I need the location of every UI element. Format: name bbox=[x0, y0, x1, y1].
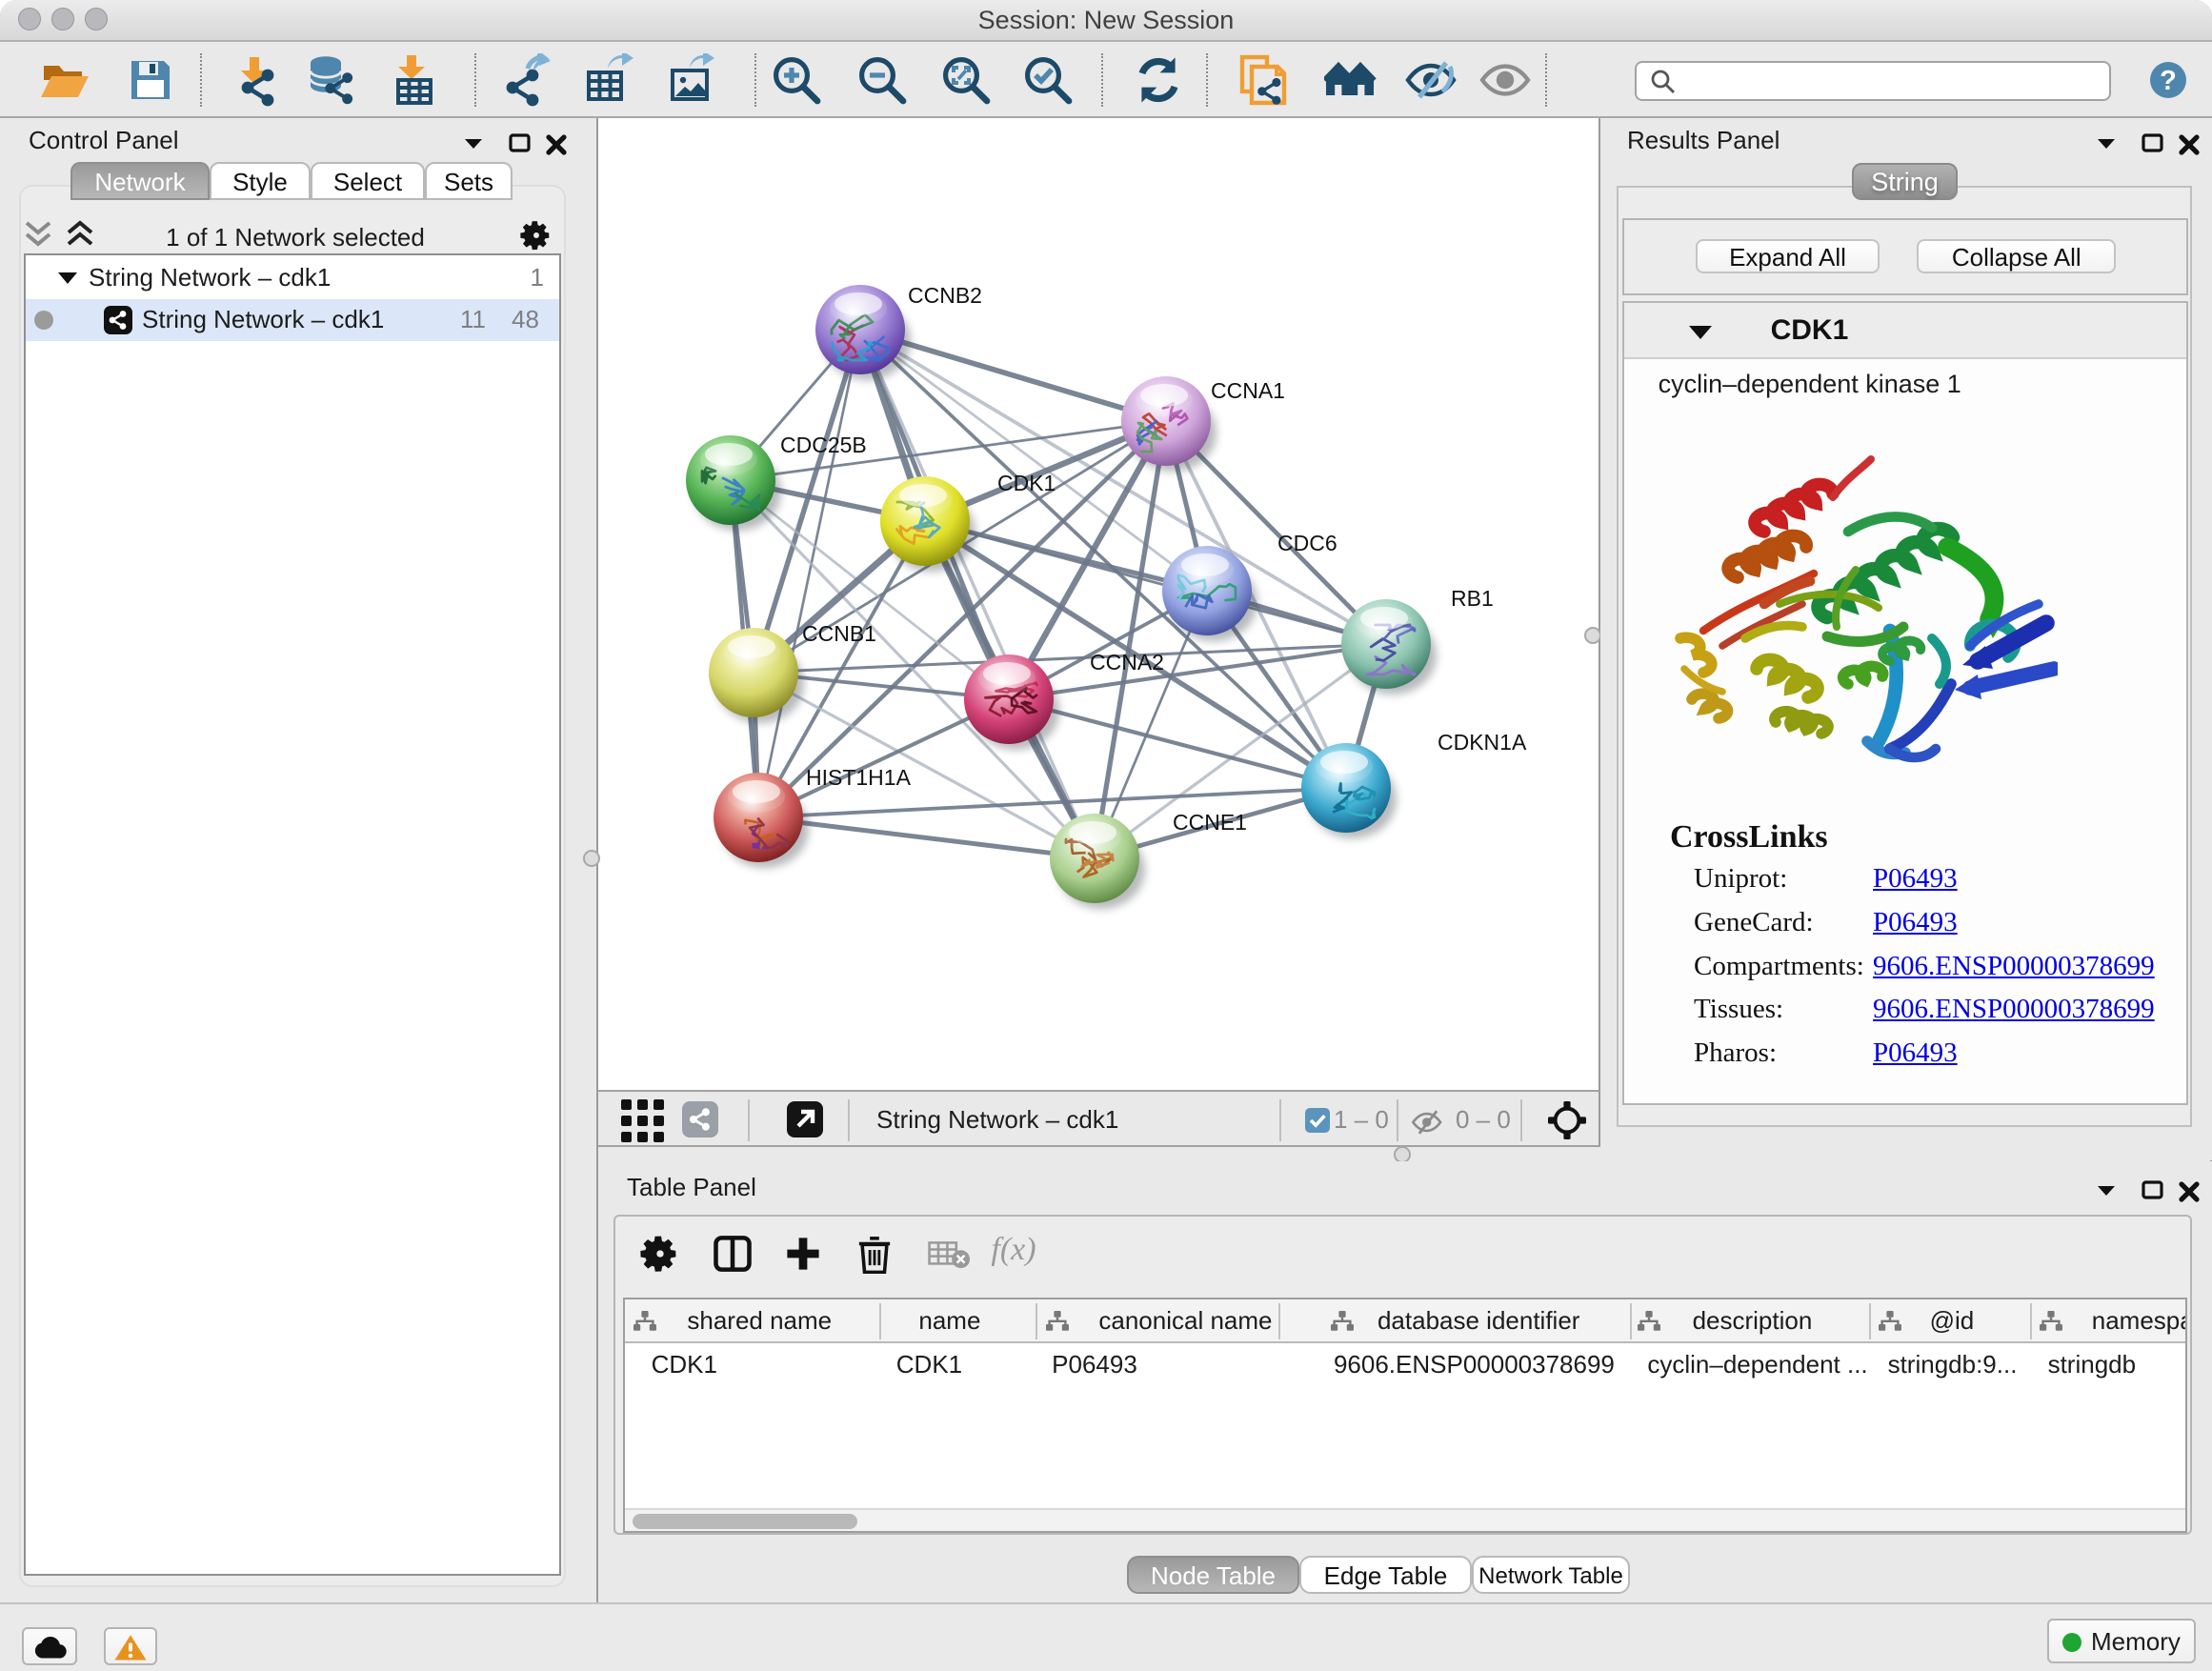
svg-text:CDC25B: CDC25B bbox=[780, 433, 867, 457]
svg-text:CDC6: CDC6 bbox=[1277, 531, 1337, 555]
svg-text:CCNA1: CCNA1 bbox=[1211, 378, 1285, 403]
svg-text:HIST1H1A: HIST1H1A bbox=[806, 765, 912, 790]
svg-text:CCNE1: CCNE1 bbox=[1173, 810, 1247, 835]
svg-text:CCNB1: CCNB1 bbox=[802, 621, 876, 646]
svg-text:?: ? bbox=[2160, 66, 2177, 96]
svg-text:RB1: RB1 bbox=[1451, 586, 1494, 611]
svg-text:CDKN1A: CDKN1A bbox=[1438, 730, 1527, 755]
svg-text:CCNB2: CCNB2 bbox=[908, 283, 982, 308]
svg-text:CDK1: CDK1 bbox=[997, 471, 1056, 495]
svg-text:CCNA2: CCNA2 bbox=[1090, 650, 1164, 674]
